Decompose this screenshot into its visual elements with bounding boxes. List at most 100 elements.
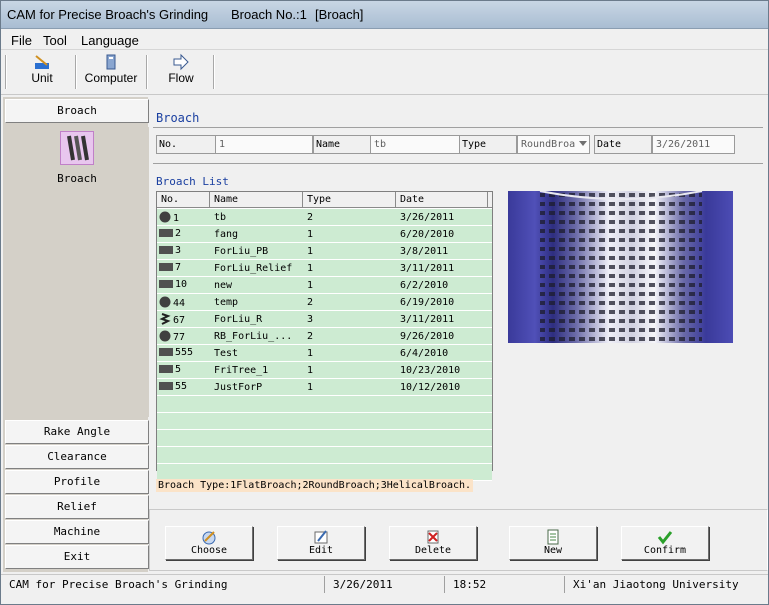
window-title: CAM for Precise Broach's Grinding bbox=[7, 7, 209, 22]
empty-row bbox=[157, 430, 492, 447]
confirm-button[interactable]: Confirm bbox=[621, 526, 709, 560]
date-field[interactable]: 3/26/2011 bbox=[652, 135, 735, 154]
table-cell-no: 555 bbox=[157, 345, 210, 362]
edit-button[interactable]: Edit bbox=[277, 526, 365, 560]
edit-icon bbox=[313, 529, 329, 545]
table-cell-name: Test bbox=[210, 345, 303, 362]
col-type[interactable]: Type bbox=[303, 192, 396, 208]
table-cell-type: 1 bbox=[303, 243, 396, 260]
cell-text: 3 bbox=[175, 245, 182, 256]
cell-text: 10/12/2010 bbox=[400, 382, 461, 393]
menu-language[interactable]: Language bbox=[81, 33, 139, 48]
table-row[interactable]: 55 JustForP 1 10/12/2010 bbox=[157, 379, 492, 396]
table-row[interactable]: 555 Test 1 6/4/2010 bbox=[157, 345, 492, 362]
table-row[interactable]: 10 new 1 6/2/2010 bbox=[157, 277, 492, 294]
table-row[interactable]: 3 ForLiu_PB 1 3/8/2011 bbox=[157, 243, 492, 260]
cell-text: 3/11/2011 bbox=[400, 263, 455, 274]
cell-text: Test bbox=[214, 348, 239, 359]
confirm-label: Confirm bbox=[643, 545, 687, 556]
status-time: 18:52 bbox=[447, 576, 565, 593]
table-row[interactable]: 67 ForLiu_R 3 3/11/2011 bbox=[157, 311, 492, 328]
toolbar-separator bbox=[5, 55, 7, 89]
table-row[interactable]: 1 tb 2 3/26/2011 bbox=[157, 209, 492, 226]
col-date[interactable]: Date bbox=[396, 192, 488, 208]
broach-photo bbox=[508, 191, 733, 343]
delete-icon bbox=[425, 529, 441, 545]
cell-text: ForLiu_R bbox=[214, 314, 263, 325]
table-cell-name: tb bbox=[210, 209, 303, 226]
table-cell-type: 1 bbox=[303, 277, 396, 294]
cell-text: 6/2/2010 bbox=[400, 280, 449, 291]
cell-text: 1 bbox=[307, 348, 314, 359]
title-bar: CAM for Precise Broach's Grinding Broach… bbox=[1, 1, 768, 29]
cell-text: 10/23/2010 bbox=[400, 365, 461, 376]
table-cell-name: JustForP bbox=[210, 379, 303, 396]
toolbar-separator bbox=[75, 55, 77, 89]
col-name[interactable]: Name bbox=[210, 192, 303, 208]
broach-icon[interactable] bbox=[60, 131, 94, 165]
delete-button[interactable]: Delete bbox=[389, 526, 477, 560]
sidebar-item-clearance[interactable]: Clearance bbox=[5, 445, 149, 469]
col-no[interactable]: No. bbox=[157, 192, 210, 208]
table-row[interactable]: 2 fang 1 6/20/2010 bbox=[157, 226, 492, 243]
cell-text: JustForP bbox=[214, 382, 263, 393]
cell-text: FriTree_1 bbox=[214, 365, 269, 376]
flow-arrow-icon bbox=[172, 53, 190, 71]
computer-label: Computer bbox=[84, 71, 138, 85]
new-document-icon bbox=[545, 529, 561, 545]
no-field[interactable]: 1 bbox=[215, 135, 313, 154]
type-select[interactable]: RoundBroa bbox=[517, 135, 590, 154]
cell-text: temp bbox=[214, 297, 239, 308]
table-cell-type: 1 bbox=[303, 226, 396, 243]
table-row[interactable]: 77 RB_ForLiu_... 2 9/26/2010 bbox=[157, 328, 492, 345]
cell-text: 3 bbox=[307, 314, 314, 325]
table-cell-type: 2 bbox=[303, 294, 396, 311]
main-panel: Broach No. 1 Name tb Type RoundBroa Date… bbox=[149, 97, 768, 572]
cell-text: 55 bbox=[175, 381, 188, 392]
menu-tool[interactable]: Tool bbox=[43, 33, 67, 48]
sidebar-broach-panel: Broach bbox=[5, 127, 149, 417]
status-organization: Xi'an Jiaotong University bbox=[573, 578, 739, 591]
table-row[interactable]: 5 FriTree_1 1 10/23/2010 bbox=[157, 362, 492, 379]
flow-button[interactable]: Flow bbox=[151, 53, 211, 91]
choose-button[interactable]: Choose bbox=[165, 526, 253, 560]
name-field[interactable]: tb bbox=[370, 135, 460, 154]
cell-text: 77 bbox=[173, 332, 186, 343]
table-cell-no: 10 bbox=[157, 277, 210, 294]
flat-icon bbox=[159, 262, 173, 275]
table-row[interactable]: 7 ForLiu_Relief 1 3/11/2011 bbox=[157, 260, 492, 277]
table-cell-type: 3 bbox=[303, 311, 396, 328]
table-cell-date: 6/20/2010 bbox=[396, 226, 488, 243]
sidebar-item-rake-angle[interactable]: Rake Angle bbox=[5, 420, 149, 444]
toolbar-separator bbox=[213, 55, 215, 89]
computer-button[interactable]: Computer bbox=[79, 53, 143, 91]
flat-icon bbox=[159, 245, 173, 258]
broach-type-legend: Broach Type:1FlatBroach;2RoundBroach;3He… bbox=[156, 479, 474, 492]
new-button[interactable]: New bbox=[509, 526, 597, 560]
status-date: 3/26/2011 bbox=[327, 576, 445, 593]
table-cell-name: fang bbox=[210, 226, 303, 243]
cell-text: 44 bbox=[173, 298, 186, 309]
menu-file[interactable]: File bbox=[11, 33, 32, 48]
chevron-down-icon[interactable] bbox=[579, 141, 587, 146]
table-row[interactable]: 44 temp 2 6/19/2010 bbox=[157, 294, 492, 311]
sidebar-item-exit[interactable]: Exit bbox=[5, 545, 149, 569]
broach-list-grid[interactable]: No. Name Type Date 1 tb 2 3/26/2011 2 fang 1 6/… bbox=[156, 191, 493, 481]
cell-text: 1 bbox=[173, 213, 180, 224]
cell-text: 2 bbox=[307, 212, 314, 223]
sidebar-item-machine[interactable]: Machine bbox=[5, 520, 149, 544]
sidebar-item-relief[interactable]: Relief bbox=[5, 495, 149, 519]
cell-text: 1 bbox=[307, 229, 314, 240]
type-select-value: RoundBroa bbox=[521, 139, 576, 150]
cell-text: 1 bbox=[307, 365, 314, 376]
table-cell-no: 1 bbox=[157, 209, 210, 226]
round-icon bbox=[159, 211, 171, 226]
sidebar-item-profile[interactable]: Profile bbox=[5, 470, 149, 494]
cell-text: tb bbox=[214, 212, 227, 223]
toolbar-separator bbox=[146, 55, 148, 89]
round-icon bbox=[159, 330, 171, 345]
unit-button[interactable]: Unit bbox=[13, 53, 71, 91]
sidebar-broach-button[interactable]: Broach bbox=[5, 99, 149, 123]
empty-row bbox=[157, 413, 492, 430]
choose-icon bbox=[201, 529, 217, 545]
